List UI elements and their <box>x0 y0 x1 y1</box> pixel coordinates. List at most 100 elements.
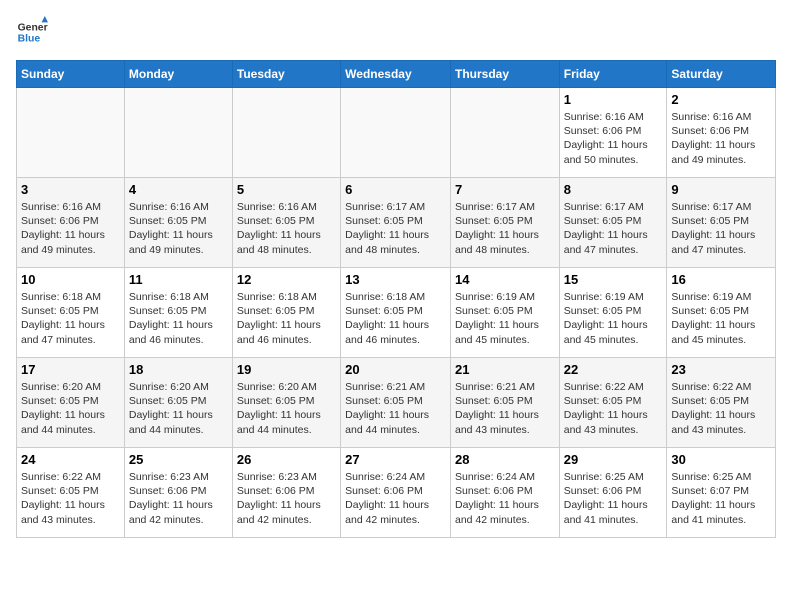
calendar-table: SundayMondayTuesdayWednesdayThursdayFrid… <box>16 60 776 538</box>
day-number: 14 <box>455 272 555 287</box>
calendar-cell: 2 Sunrise: 6:16 AM Sunset: 6:06 PM Daylig… <box>667 88 776 178</box>
day-number: 25 <box>129 452 228 467</box>
calendar-cell: 13 Sunrise: 6:18 AM Sunset: 6:05 PM Dayli… <box>341 268 451 358</box>
calendar-cell: 10 Sunrise: 6:18 AM Sunset: 6:05 PM Dayli… <box>17 268 125 358</box>
calendar-cell: 28 Sunrise: 6:24 AM Sunset: 6:06 PM Dayli… <box>450 448 559 538</box>
col-header-wednesday: Wednesday <box>341 61 451 88</box>
calendar-cell: 7 Sunrise: 6:17 AM Sunset: 6:05 PM Daylig… <box>450 178 559 268</box>
day-number: 1 <box>564 92 663 107</box>
day-number: 4 <box>129 182 228 197</box>
day-info: Sunrise: 6:24 AM Sunset: 6:06 PM Dayligh… <box>345 470 446 527</box>
col-header-monday: Monday <box>124 61 232 88</box>
day-number: 8 <box>564 182 663 197</box>
day-info: Sunrise: 6:18 AM Sunset: 6:05 PM Dayligh… <box>345 290 446 347</box>
day-info: Sunrise: 6:16 AM Sunset: 6:06 PM Dayligh… <box>671 110 771 167</box>
day-info: Sunrise: 6:18 AM Sunset: 6:05 PM Dayligh… <box>237 290 336 347</box>
calendar-cell: 15 Sunrise: 6:19 AM Sunset: 6:05 PM Dayli… <box>559 268 667 358</box>
day-number: 10 <box>21 272 120 287</box>
calendar-cell <box>450 88 559 178</box>
calendar-cell: 20Sunrise: 6:21 AM Sunset: 6:05 PM Dayli… <box>341 358 451 448</box>
logo-icon: General Blue <box>16 16 48 48</box>
day-info: Sunrise: 6:19 AM Sunset: 6:05 PM Dayligh… <box>671 290 771 347</box>
day-number: 22 <box>564 362 663 377</box>
calendar-cell: 1 Sunrise: 6:16 AM Sunset: 6:06 PM Daylig… <box>559 88 667 178</box>
day-number: 30 <box>671 452 771 467</box>
col-header-saturday: Saturday <box>667 61 776 88</box>
day-number: 21 <box>455 362 555 377</box>
day-number: 26 <box>237 452 336 467</box>
day-number: 17 <box>21 362 120 377</box>
day-info: Sunrise: 6:19 AM Sunset: 6:05 PM Dayligh… <box>455 290 555 347</box>
day-number: 11 <box>129 272 228 287</box>
calendar-cell: 22 Sunrise: 6:22 AM Sunset: 6:05 PM Dayli… <box>559 358 667 448</box>
day-info: Sunrise: 6:17 AM Sunset: 6:05 PM Dayligh… <box>345 200 446 257</box>
day-info: Sunrise: 6:20 AM Sunset: 6:05 PM Dayligh… <box>129 380 228 437</box>
day-number: 27 <box>345 452 446 467</box>
col-header-sunday: Sunday <box>17 61 125 88</box>
day-number: 29 <box>564 452 663 467</box>
calendar-cell: 8 Sunrise: 6:17 AM Sunset: 6:05 PM Daylig… <box>559 178 667 268</box>
day-number: 19 <box>237 362 336 377</box>
day-number: 12 <box>237 272 336 287</box>
day-number: 13 <box>345 272 446 287</box>
day-info: Sunrise: 6:18 AM Sunset: 6:05 PM Dayligh… <box>21 290 120 347</box>
day-info: Sunrise: 6:21 AM Sunset: 6:05 PM Dayligh… <box>455 380 555 437</box>
logo: General Blue <box>16 16 48 48</box>
col-header-tuesday: Tuesday <box>232 61 340 88</box>
calendar-cell: 4 Sunrise: 6:16 AM Sunset: 6:05 PM Daylig… <box>124 178 232 268</box>
calendar-cell: 14 Sunrise: 6:19 AM Sunset: 6:05 PM Dayli… <box>450 268 559 358</box>
day-info: Sunrise: 6:21 AM Sunset: 6:05 PM Dayligh… <box>345 380 446 437</box>
calendar-cell <box>232 88 340 178</box>
day-info: Sunrise: 6:22 AM Sunset: 6:05 PM Dayligh… <box>671 380 771 437</box>
col-header-thursday: Thursday <box>450 61 559 88</box>
calendar-cell: 25 Sunrise: 6:23 AM Sunset: 6:06 PM Dayli… <box>124 448 232 538</box>
day-info: Sunrise: 6:16 AM Sunset: 6:05 PM Dayligh… <box>129 200 228 257</box>
svg-text:Blue: Blue <box>18 34 41 45</box>
calendar-cell: 29 Sunrise: 6:25 AM Sunset: 6:06 PM Dayli… <box>559 448 667 538</box>
day-number: 5 <box>237 182 336 197</box>
day-info: Sunrise: 6:17 AM Sunset: 6:05 PM Dayligh… <box>671 200 771 257</box>
day-number: 16 <box>671 272 771 287</box>
day-info: Sunrise: 6:16 AM Sunset: 6:06 PM Dayligh… <box>564 110 663 167</box>
calendar-cell: 21 Sunrise: 6:21 AM Sunset: 6:05 PM Dayli… <box>450 358 559 448</box>
calendar-cell: 19 Sunrise: 6:20 AM Sunset: 6:05 PM Dayli… <box>232 358 340 448</box>
calendar-cell: 27 Sunrise: 6:24 AM Sunset: 6:06 PM Dayli… <box>341 448 451 538</box>
day-number: 18 <box>129 362 228 377</box>
calendar-cell: 23 Sunrise: 6:22 AM Sunset: 6:05 PM Dayli… <box>667 358 776 448</box>
calendar-cell: 18 Sunrise: 6:20 AM Sunset: 6:05 PM Dayli… <box>124 358 232 448</box>
day-info: Sunrise: 6:19 AM Sunset: 6:05 PM Dayligh… <box>564 290 663 347</box>
calendar-cell <box>124 88 232 178</box>
day-number: 2 <box>671 92 771 107</box>
day-number: 3 <box>21 182 120 197</box>
calendar-cell: 30 Sunrise: 6:25 AM Sunset: 6:07 PM Dayli… <box>667 448 776 538</box>
day-number: 23 <box>671 362 771 377</box>
calendar-cell <box>17 88 125 178</box>
day-info: Sunrise: 6:16 AM Sunset: 6:06 PM Dayligh… <box>21 200 120 257</box>
day-info: Sunrise: 6:25 AM Sunset: 6:06 PM Dayligh… <box>564 470 663 527</box>
day-info: Sunrise: 6:17 AM Sunset: 6:05 PM Dayligh… <box>564 200 663 257</box>
day-number: 6 <box>345 182 446 197</box>
svg-text:General: General <box>18 22 48 33</box>
page-header: General Blue <box>16 16 776 48</box>
day-number: 15 <box>564 272 663 287</box>
day-info: Sunrise: 6:22 AM Sunset: 6:05 PM Dayligh… <box>564 380 663 437</box>
calendar-cell: 26Sunrise: 6:23 AM Sunset: 6:06 PM Dayli… <box>232 448 340 538</box>
day-info: Sunrise: 6:17 AM Sunset: 6:05 PM Dayligh… <box>455 200 555 257</box>
day-info: Sunrise: 6:18 AM Sunset: 6:05 PM Dayligh… <box>129 290 228 347</box>
calendar-cell: 9 Sunrise: 6:17 AM Sunset: 6:05 PM Daylig… <box>667 178 776 268</box>
calendar-cell: 12 Sunrise: 6:18 AM Sunset: 6:05 PM Dayli… <box>232 268 340 358</box>
calendar-cell: 16 Sunrise: 6:19 AM Sunset: 6:05 PM Dayli… <box>667 268 776 358</box>
calendar-cell <box>341 88 451 178</box>
day-info: Sunrise: 6:16 AM Sunset: 6:05 PM Dayligh… <box>237 200 336 257</box>
calendar-cell: 6 Sunrise: 6:17 AM Sunset: 6:05 PM Daylig… <box>341 178 451 268</box>
day-info: Sunrise: 6:24 AM Sunset: 6:06 PM Dayligh… <box>455 470 555 527</box>
day-info: Sunrise: 6:23 AM Sunset: 6:06 PM Dayligh… <box>129 470 228 527</box>
day-number: 28 <box>455 452 555 467</box>
day-number: 9 <box>671 182 771 197</box>
day-info: Sunrise: 6:20 AM Sunset: 6:05 PM Dayligh… <box>21 380 120 437</box>
col-header-friday: Friday <box>559 61 667 88</box>
day-info: Sunrise: 6:22 AM Sunset: 6:05 PM Dayligh… <box>21 470 120 527</box>
day-info: Sunrise: 6:20 AM Sunset: 6:05 PM Dayligh… <box>237 380 336 437</box>
day-info: Sunrise: 6:25 AM Sunset: 6:07 PM Dayligh… <box>671 470 771 527</box>
day-number: 7 <box>455 182 555 197</box>
